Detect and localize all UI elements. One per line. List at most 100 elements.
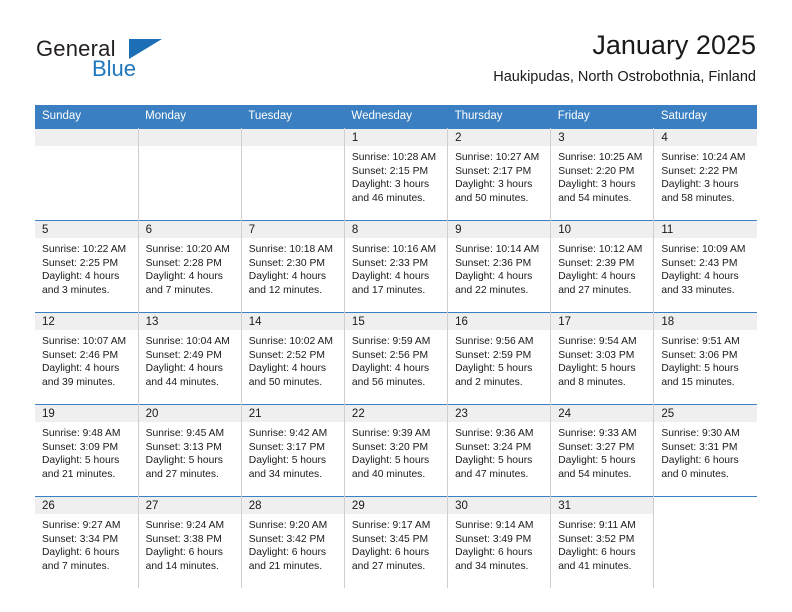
calendar-day-cell[interactable]: 30 Sunrise: 9:14 AM Sunset: 3:49 PM Dayligh… — [447, 496, 552, 588]
day-number: 16 — [448, 313, 551, 330]
daylight-text-line2: and 50 minutes. — [455, 192, 529, 204]
sunrise-text: Sunrise: 10:28 AM — [351, 152, 437, 163]
day-details: Sunrise: 10:20 AM Sunset: 2:28 PM Daylight… — [139, 238, 241, 297]
sunset-text: Sunset: 2:17 PM — [455, 165, 532, 177]
sunrise-text: Sunrise: 10:09 AM — [661, 244, 746, 255]
day-number — [35, 129, 138, 146]
day-number: 15 — [344, 313, 448, 330]
calendar-day-cell[interactable]: 27 Sunrise: 9:24 AM Sunset: 3:38 PM Dayligh… — [138, 496, 242, 588]
calendar-day-cell[interactable]: 1 Sunrise: 10:28 AM Sunset: 2:15 PM Dayligh… — [344, 128, 449, 221]
sunset-text: Sunset: 3:06 PM — [661, 349, 738, 361]
sunset-text: Sunset: 2:25 PM — [42, 257, 119, 269]
daylight-text-line1: Daylight: 4 hours — [351, 271, 430, 283]
calendar-day-cell[interactable]: 18 Sunrise: 9:51 AM Sunset: 3:06 PM Dayligh… — [653, 312, 757, 405]
weekday-header-saturday: Saturday — [653, 105, 757, 129]
day-details: Sunrise: 9:59 AM Sunset: 2:56 PM Daylight:… — [345, 330, 447, 389]
calendar-day-cell[interactable]: 5 Sunrise: 10:22 AM Sunset: 2:25 PM Dayligh… — [35, 220, 139, 313]
day-details: Sunrise: 9:30 AM Sunset: 3:31 PM Daylight:… — [654, 422, 757, 481]
calendar-day-cell[interactable]: 28 Sunrise: 9:20 AM Sunset: 3:42 PM Dayligh… — [241, 496, 345, 588]
calendar-day-cell[interactable]: 25 Sunrise: 9:30 AM Sunset: 3:31 PM Dayligh… — [653, 404, 757, 497]
day-number: 17 — [551, 313, 654, 330]
sunset-text: Sunset: 2:30 PM — [248, 257, 325, 269]
calendar-day-cell[interactable]: 26 Sunrise: 9:27 AM Sunset: 3:34 PM Dayligh… — [35, 496, 139, 588]
day-details: Sunrise: 9:27 AM Sunset: 3:34 PM Daylight:… — [35, 514, 138, 573]
calendar-day-cell[interactable]: 8 Sunrise: 10:16 AM Sunset: 2:33 PM Dayligh… — [344, 220, 449, 313]
daylight-text-line2: and 34 minutes. — [248, 468, 323, 480]
daylight-text-line1: Daylight: 5 hours — [558, 455, 636, 467]
sunset-text: Sunset: 2:15 PM — [351, 165, 429, 177]
sunrise-text: Sunrise: 9:39 AM — [351, 428, 431, 439]
calendar-day-cell[interactable]: 20 Sunrise: 9:45 AM Sunset: 3:13 PM Dayligh… — [138, 404, 242, 497]
calendar-day-cell[interactable]: 7 Sunrise: 10:18 AM Sunset: 2:30 PM Dayligh… — [241, 220, 345, 313]
day-details: Sunrise: 9:11 AM Sunset: 3:52 PM Daylight:… — [551, 514, 653, 573]
sunrise-text: Sunrise: 9:54 AM — [558, 336, 637, 347]
sunrise-text: Sunrise: 9:59 AM — [351, 336, 431, 347]
calendar-table: Sunday Monday Tuesday Wednesday Thursday… — [35, 105, 757, 588]
day-number: 4 — [654, 129, 757, 146]
calendar-day-cell-empty — [35, 128, 139, 221]
day-details: Sunrise: 9:45 AM Sunset: 3:13 PM Daylight:… — [139, 422, 241, 481]
daylight-text-line2: and 44 minutes. — [145, 376, 219, 388]
daylight-text-line1: Daylight: 5 hours — [455, 455, 533, 467]
calendar-day-cell[interactable]: 9 Sunrise: 10:14 AM Sunset: 2:36 PM Dayligh… — [447, 220, 552, 313]
sunset-text: Sunset: 3:31 PM — [661, 441, 738, 453]
calendar-day-cell[interactable]: 14 Sunrise: 10:02 AM Sunset: 2:52 PM Daylig… — [241, 312, 345, 405]
daylight-text-line1: Daylight: 6 hours — [661, 455, 739, 467]
day-details: Sunrise: 10:12 AM Sunset: 2:39 PM Daylight… — [551, 238, 653, 297]
daylight-text-line1: Daylight: 6 hours — [248, 547, 327, 559]
calendar-day-cell[interactable]: 21 Sunrise: 9:42 AM Sunset: 3:17 PM Dayligh… — [241, 404, 345, 497]
day-details: Sunrise: 10:28 AM Sunset: 2:15 PM Daylight… — [345, 146, 447, 205]
weekday-header-friday: Friday — [550, 105, 654, 129]
daylight-text-line1: Daylight: 4 hours — [455, 271, 533, 283]
calendar-day-cell[interactable]: 22 Sunrise: 9:39 AM Sunset: 3:20 PM Dayligh… — [344, 404, 449, 497]
calendar-day-cell[interactable]: 29 Sunrise: 9:17 AM Sunset: 3:45 PM Dayligh… — [344, 496, 449, 588]
day-number: 3 — [551, 129, 654, 146]
calendar-day-cell[interactable]: 11 Sunrise: 10:09 AM Sunset: 2:43 PM Daylig… — [653, 220, 757, 313]
calendar-day-cell[interactable]: 4 Sunrise: 10:24 AM Sunset: 2:22 PM Dayligh… — [653, 128, 757, 221]
calendar-day-cell[interactable]: 23 Sunrise: 9:36 AM Sunset: 3:24 PM Dayligh… — [447, 404, 552, 497]
calendar-day-cell[interactable]: 19 Sunrise: 9:48 AM Sunset: 3:09 PM Dayligh… — [35, 404, 139, 497]
daylight-text-line2: and 54 minutes. — [558, 468, 632, 480]
weekday-header-thursday: Thursday — [447, 105, 551, 129]
day-details: Sunrise: 10:04 AM Sunset: 2:49 PM Daylight… — [139, 330, 241, 389]
calendar-day-cell[interactable]: 6 Sunrise: 10:20 AM Sunset: 2:28 PM Dayligh… — [138, 220, 242, 313]
calendar-day-cell[interactable]: 10 Sunrise: 10:12 AM Sunset: 2:39 PM Daylig… — [550, 220, 655, 313]
sunrise-text: Sunrise: 9:27 AM — [42, 520, 121, 531]
calendar-day-cell[interactable]: 3 Sunrise: 10:25 AM Sunset: 2:20 PM Dayligh… — [550, 128, 655, 221]
day-number: 18 — [654, 313, 757, 330]
daylight-text-line2: and 22 minutes. — [455, 284, 529, 296]
calendar-day-cell[interactable]: 12 Sunrise: 10:07 AM Sunset: 2:46 PM Daylig… — [35, 312, 139, 405]
day-details: Sunrise: 10:14 AM Sunset: 2:36 PM Daylight… — [448, 238, 550, 297]
sunrise-text: Sunrise: 10:24 AM — [661, 152, 746, 163]
calendar-day-cell[interactable]: 15 Sunrise: 9:59 AM Sunset: 2:56 PM Dayligh… — [344, 312, 449, 405]
day-details: Sunrise: 9:48 AM Sunset: 3:09 PM Daylight:… — [35, 422, 138, 481]
day-number: 31 — [551, 497, 654, 514]
daylight-text-line1: Daylight: 5 hours — [351, 455, 430, 467]
calendar-day-cell[interactable]: 13 Sunrise: 10:04 AM Sunset: 2:49 PM Daylig… — [138, 312, 242, 405]
calendar-day-cell[interactable]: 16 Sunrise: 9:56 AM Sunset: 2:59 PM Dayligh… — [447, 312, 552, 405]
calendar-week-row: 1 Sunrise: 10:28 AM Sunset: 2:15 PM Dayligh… — [35, 128, 757, 221]
daylight-text-line2: and 2 minutes. — [455, 376, 523, 388]
weekday-header-tuesday: Tuesday — [241, 105, 345, 129]
day-number: 24 — [551, 405, 654, 422]
daylight-text-line1: Daylight: 6 hours — [455, 547, 533, 559]
daylight-text-line2: and 0 minutes. — [661, 468, 729, 480]
daylight-text-line2: and 7 minutes. — [145, 284, 214, 296]
title-block: January 2025 Haukipudas, North Ostroboth… — [493, 28, 756, 88]
day-details: Sunrise: 10:24 AM Sunset: 2:22 PM Daylight… — [654, 146, 757, 205]
daylight-text-line1: Daylight: 3 hours — [558, 179, 636, 191]
calendar-day-cell[interactable]: 24 Sunrise: 9:33 AM Sunset: 3:27 PM Dayligh… — [550, 404, 655, 497]
calendar-day-cell[interactable]: 2 Sunrise: 10:27 AM Sunset: 2:17 PM Dayligh… — [447, 128, 552, 221]
day-number: 28 — [241, 497, 344, 514]
sunrise-text: Sunrise: 9:30 AM — [661, 428, 740, 439]
day-details: Sunrise: 10:27 AM Sunset: 2:17 PM Daylight… — [448, 146, 550, 205]
day-number: 30 — [448, 497, 551, 514]
daylight-text-line2: and 50 minutes. — [248, 376, 323, 388]
sunrise-text: Sunrise: 9:42 AM — [248, 428, 328, 439]
general-blue-logo[interactable]: General Blue — [36, 36, 236, 88]
calendar-day-cell[interactable]: 17 Sunrise: 9:54 AM Sunset: 3:03 PM Dayligh… — [550, 312, 655, 405]
daylight-text-line2: and 39 minutes. — [42, 376, 116, 388]
sunset-text: Sunset: 3:27 PM — [558, 441, 635, 453]
day-number: 11 — [654, 221, 757, 238]
calendar-day-cell[interactable]: 31 Sunrise: 9:11 AM Sunset: 3:52 PM Dayligh… — [550, 496, 655, 588]
